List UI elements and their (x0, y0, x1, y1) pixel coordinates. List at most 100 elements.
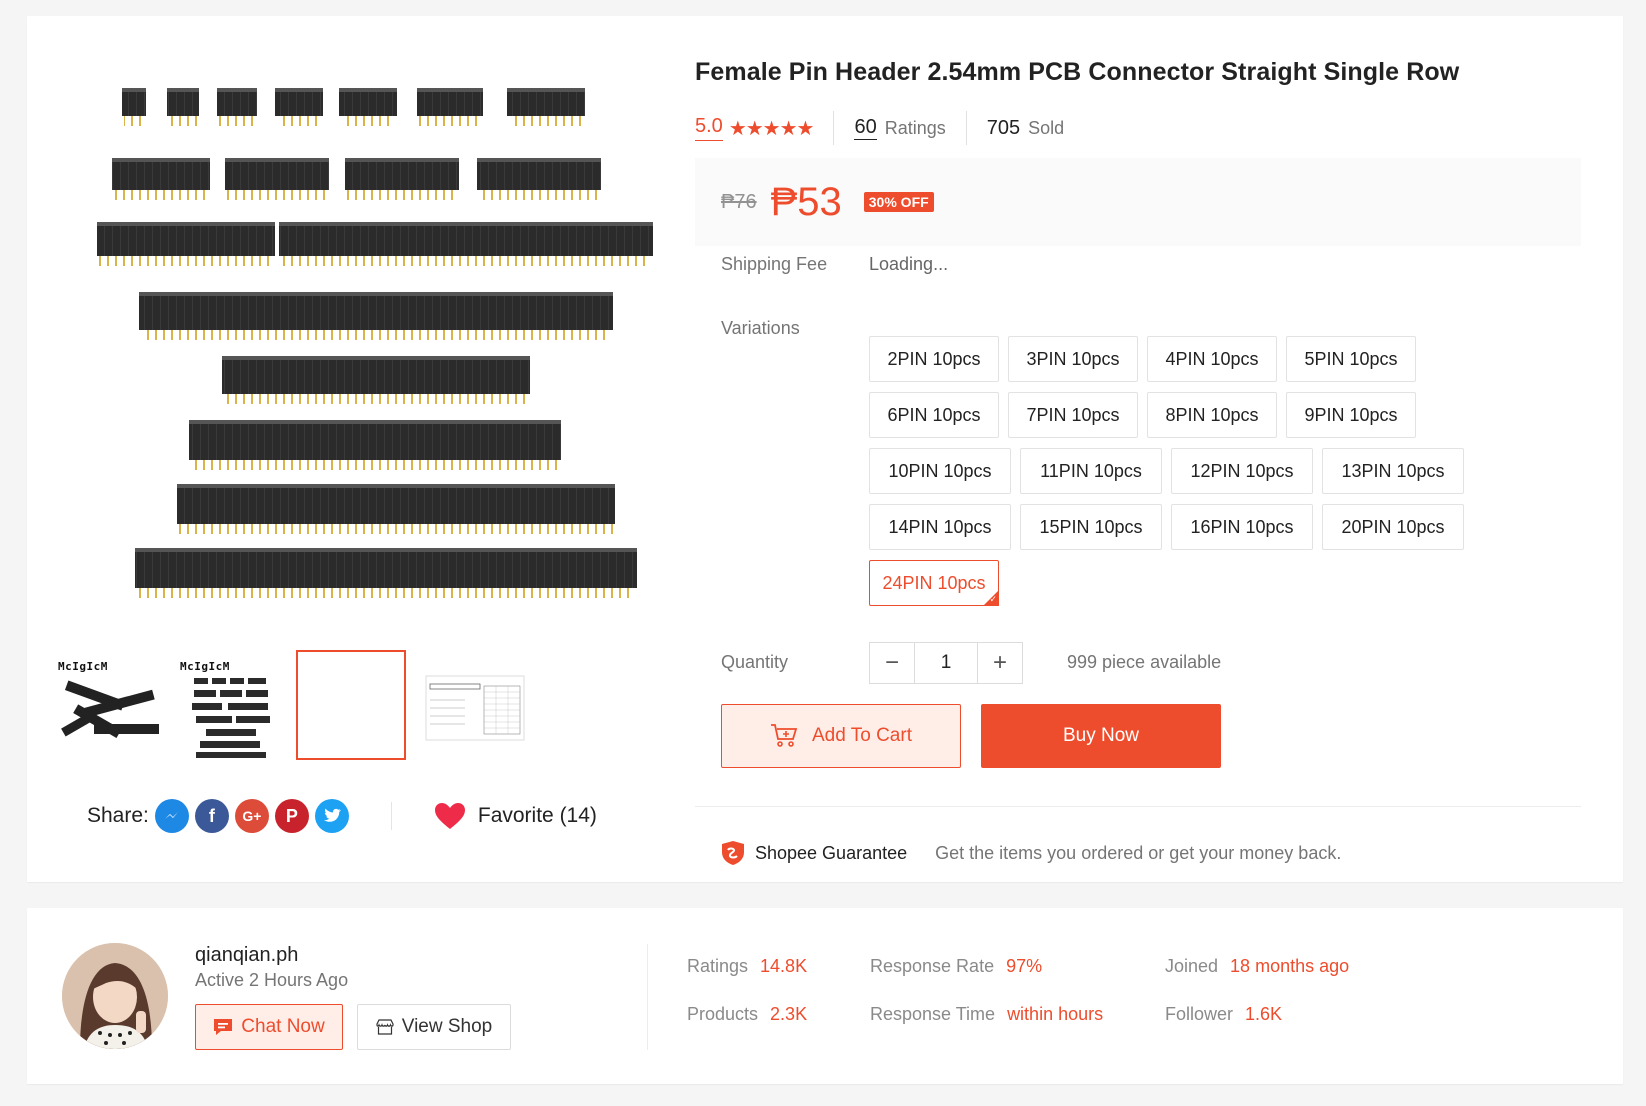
thumbnail-brand-text: McIgIcM (58, 660, 108, 673)
sold-count: 705 (986, 116, 1021, 139)
variation-4pin[interactable]: 4PIN 10pcs (1147, 336, 1277, 382)
variation-7pin[interactable]: 7PIN 10pcs (1008, 392, 1138, 438)
chat-icon (214, 1019, 233, 1035)
cart-icon (771, 724, 798, 747)
rating-row: 5.0 ★★★★★ 60 Ratings 705 Sold (695, 111, 1065, 145)
stat-products-value: 2.3K (770, 1004, 808, 1024)
pinterest-icon[interactable]: P (274, 799, 309, 833)
shopee-guarantee[interactable]: Shopee Guarantee Get the items you order… (721, 840, 1341, 866)
stat-joined-value: 18 months ago (1230, 956, 1350, 976)
stat-response-rate: Response Rate 97% (870, 956, 1042, 977)
stat-products: Products 2.3K (687, 1004, 807, 1025)
variation-2pin[interactable]: 2PIN 10pcs (869, 336, 999, 382)
check-icon: ✓ (989, 594, 997, 604)
ratings-count[interactable]: 60 (854, 116, 877, 140)
variation-24pin-label: 24PIN 10pcs (882, 572, 986, 593)
shipping-value: Loading... (869, 254, 949, 274)
shop-divider (647, 944, 648, 1050)
variation-15pin[interactable]: 15PIN 10pcs (1020, 504, 1162, 550)
share-row: Share: f G+ P Favorite (14) (87, 796, 597, 836)
variation-11pin[interactable]: 11PIN 10pcs (1020, 448, 1162, 494)
chat-now-label: Chat Now (241, 1016, 325, 1037)
stat-ratings: Ratings 14.8K (687, 956, 807, 977)
stat-response-rate-label: Response Rate (870, 956, 995, 976)
thumbnail-3-selected[interactable] (296, 650, 406, 760)
stat-joined-label: Joined (1165, 956, 1219, 976)
thumbnail-strip: McIgIcM McIgIcM (52, 650, 528, 760)
thumbnail-1[interactable]: McIgIcM (52, 650, 162, 760)
product-title: Female Pin Header 2.54mm PCB Connector S… (695, 58, 1460, 86)
stat-ratings-label: Ratings (687, 956, 749, 976)
thumbnail-2[interactable]: McIgIcM (174, 650, 284, 760)
original-price: ₱76 (721, 190, 757, 213)
favorite-button[interactable]: Favorite (14) (434, 802, 597, 830)
main-product-image[interactable] (57, 46, 657, 646)
stat-response-rate-value: 97% (1006, 956, 1043, 976)
variation-14pin[interactable]: 14PIN 10pcs (869, 504, 1011, 550)
ratings-label: Ratings (884, 117, 946, 138)
stat-follower: Follower 1.6K (1165, 1004, 1282, 1025)
share-divider (390, 802, 392, 830)
stat-follower-label: Follower (1165, 1004, 1234, 1024)
sold-divider (965, 111, 967, 145)
shop-avatar[interactable] (62, 943, 168, 1049)
variation-5pin[interactable]: 5PIN 10pcs (1286, 336, 1416, 382)
stat-response-time-value: within hours (1007, 1004, 1104, 1024)
add-to-cart-label: Add To Cart (812, 725, 912, 746)
quantity-decrement-button[interactable]: − (870, 643, 914, 683)
variation-13pin[interactable]: 13PIN 10pcs (1322, 448, 1464, 494)
variation-9pin[interactable]: 9PIN 10pcs (1286, 392, 1416, 438)
view-shop-label: View Shop (401, 1016, 493, 1037)
discount-badge: 30% OFF (863, 192, 934, 212)
buy-now-button[interactable]: Buy Now (981, 704, 1221, 768)
messenger-icon[interactable] (154, 799, 189, 833)
sold-label: Sold (1028, 117, 1065, 138)
shop-icon (376, 1019, 394, 1035)
thumbnail-4[interactable] (418, 650, 528, 760)
product-card: McIgIcM McIgIcM Share: f G+ P Favorite (… (27, 16, 1623, 882)
add-to-cart-button[interactable]: Add To Cart (721, 704, 961, 768)
rating-stars-icon: ★★★★★ (728, 117, 815, 140)
stat-joined: Joined 18 months ago (1165, 956, 1349, 977)
variations-label: Variations (721, 318, 800, 338)
variation-16pin[interactable]: 16PIN 10pcs (1171, 504, 1313, 550)
variation-grid: 2PIN 10pcs 3PIN 10pcs 4PIN 10pcs 5PIN 10… (869, 336, 1489, 616)
quantity-stepper: − 1 + (869, 642, 1023, 684)
variation-8pin[interactable]: 8PIN 10pcs (1147, 392, 1277, 438)
stat-ratings-value: 14.8K (760, 956, 808, 976)
guarantee-title: Shopee Guarantee (755, 842, 908, 863)
stat-products-label: Products (687, 1004, 759, 1024)
guarantee-text: Get the items you ordered or get your mo… (935, 842, 1342, 863)
view-shop-button[interactable]: View Shop (357, 1004, 511, 1050)
stat-follower-value: 1.6K (1245, 1004, 1283, 1024)
variation-12pin[interactable]: 12PIN 10pcs (1171, 448, 1313, 494)
stat-response-time-label: Response Time (870, 1004, 996, 1024)
variation-6pin[interactable]: 6PIN 10pcs (869, 392, 999, 438)
quantity-input[interactable]: 1 (914, 643, 978, 683)
variation-24pin-selected[interactable]: 24PIN 10pcs ✓ (869, 560, 999, 606)
variation-10pin[interactable]: 10PIN 10pcs (869, 448, 1011, 494)
quantity-label: Quantity (721, 652, 789, 672)
shop-active-status: Active 2 Hours Ago (195, 970, 349, 990)
stat-response-time: Response Time within hours (870, 1004, 1103, 1025)
share-label: Share: (87, 804, 149, 827)
section-divider (695, 806, 1581, 807)
shop-card: qianqian.ph Active 2 Hours Ago Chat Now … (27, 908, 1623, 1084)
rating-divider (833, 111, 835, 145)
price-box: ₱76 ₱53 30% OFF (695, 158, 1581, 246)
heart-icon (434, 803, 465, 829)
favorite-label: Favorite (14) (477, 804, 597, 827)
shield-icon (722, 841, 744, 865)
quantity-increment-button[interactable]: + (978, 643, 1022, 683)
stock-available: 999 piece available (1067, 652, 1222, 672)
facebook-icon[interactable]: f (194, 799, 229, 833)
variation-3pin[interactable]: 3PIN 10pcs (1008, 336, 1138, 382)
chat-now-button[interactable]: Chat Now (195, 1004, 343, 1050)
shop-name[interactable]: qianqian.ph (195, 944, 298, 967)
shipping-label: Shipping Fee (721, 254, 828, 274)
twitter-icon[interactable] (314, 799, 349, 833)
variation-20pin[interactable]: 20PIN 10pcs (1322, 504, 1464, 550)
rating-score[interactable]: 5.0 (695, 115, 723, 141)
current-price: ₱53 (770, 179, 842, 224)
google-plus-icon[interactable]: G+ (234, 799, 269, 833)
